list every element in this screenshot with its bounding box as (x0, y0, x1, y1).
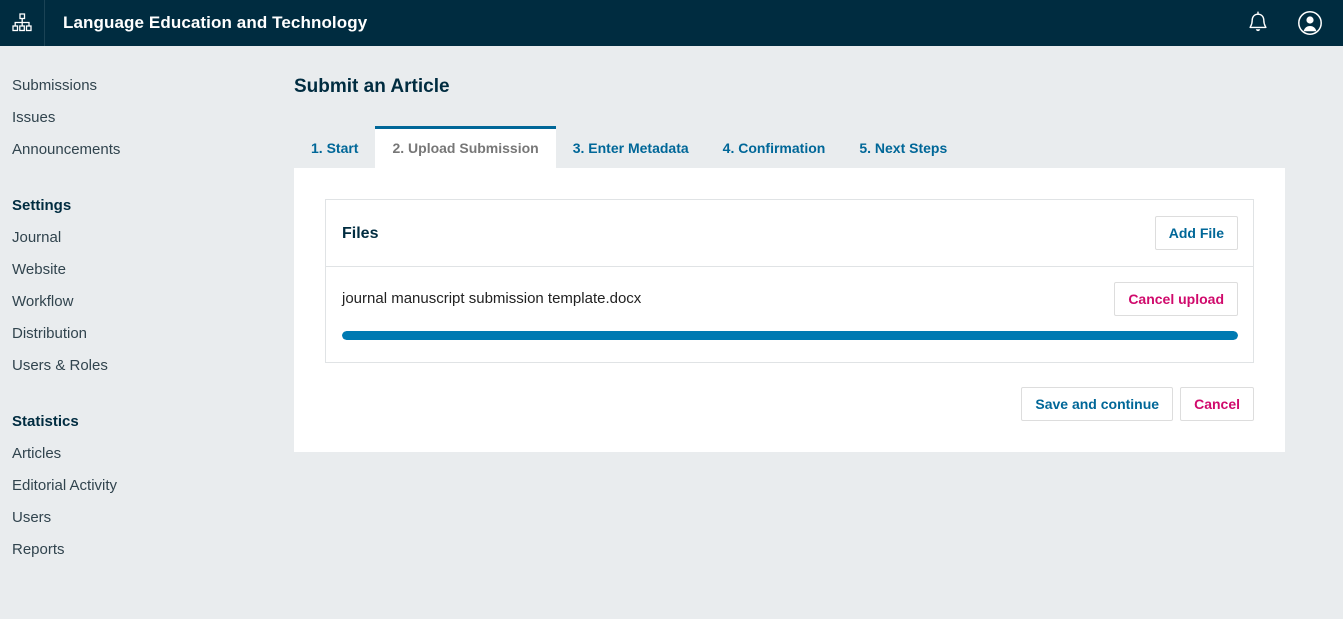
cancel-button[interactable]: Cancel (1180, 387, 1254, 421)
app-logo[interactable] (0, 0, 45, 46)
sidebar-item-distribution[interactable]: Distribution (0, 318, 294, 350)
file-name: journal manuscript submission template.d… (342, 290, 642, 307)
bell-icon (1249, 11, 1267, 32)
notifications-button[interactable] (1243, 8, 1273, 38)
sidebar-item-journal[interactable]: Journal (0, 222, 294, 254)
sidebar-item-reports[interactable]: Reports (0, 534, 294, 566)
sidebar-item-submissions[interactable]: Submissions (0, 70, 294, 102)
sidebar-heading-settings: Settings (12, 197, 72, 214)
tab-start[interactable]: 1. Start (294, 126, 375, 168)
sidebar-heading-statistics: Statistics (12, 413, 79, 430)
tab-upload-submission[interactable]: 2. Upload Submission (375, 126, 556, 168)
tab-next-steps[interactable]: 5. Next Steps (842, 126, 964, 168)
sidebar-divider-statistics (0, 382, 294, 406)
file-upload-row: journal manuscript submission template.d… (326, 267, 1253, 362)
header-actions (1243, 8, 1343, 38)
user-circle-icon (1298, 11, 1322, 35)
user-account-button[interactable] (1295, 8, 1325, 38)
files-card: Files Add File journal manuscript submis… (325, 199, 1254, 363)
sidebar-divider-settings (0, 166, 294, 190)
sitemap-icon (12, 13, 32, 32)
panel-actions: Save and continue Cancel (325, 387, 1254, 421)
sidebar-item-announcements[interactable]: Announcements (0, 134, 294, 166)
sidebar-item-articles[interactable]: Articles (0, 438, 294, 470)
files-heading: Files (342, 224, 379, 242)
tab-confirmation[interactable]: 4. Confirmation (706, 126, 843, 168)
app-header: Language Education and Technology (0, 0, 1343, 46)
upload-submission-panel: Files Add File journal manuscript submis… (294, 168, 1285, 452)
file-upload-row-top: journal manuscript submission template.d… (342, 282, 1238, 316)
save-and-continue-button[interactable]: Save and continue (1021, 387, 1174, 421)
sidebar-item-users[interactable]: Users (0, 502, 294, 534)
journal-title: Language Education and Technology (63, 13, 368, 32)
sidebar-item-workflow[interactable]: Workflow (0, 286, 294, 318)
sidebar-navigation: Submissions Issues Announcements Setting… (0, 46, 294, 617)
cancel-upload-button[interactable]: Cancel upload (1114, 282, 1238, 316)
sidebar-item-issues[interactable]: Issues (0, 102, 294, 134)
upload-progress-fill (342, 331, 1238, 340)
tab-enter-metadata[interactable]: 3. Enter Metadata (556, 126, 706, 168)
page-title: Submit an Article (294, 76, 450, 97)
files-card-header: Files Add File (326, 200, 1253, 267)
submission-wizard-tabs: 1. Start 2. Upload Submission 3. Enter M… (294, 126, 1285, 168)
sidebar-item-website[interactable]: Website (0, 254, 294, 286)
sidebar-item-users-and-roles[interactable]: Users & Roles (0, 350, 294, 382)
sidebar-item-editorial-activity[interactable]: Editorial Activity (0, 470, 294, 502)
add-file-button[interactable]: Add File (1154, 216, 1238, 250)
main-content: Submit an Article 1. Start 2. Upload Sub… (294, 46, 1343, 619)
upload-progress-bar (342, 331, 1238, 340)
